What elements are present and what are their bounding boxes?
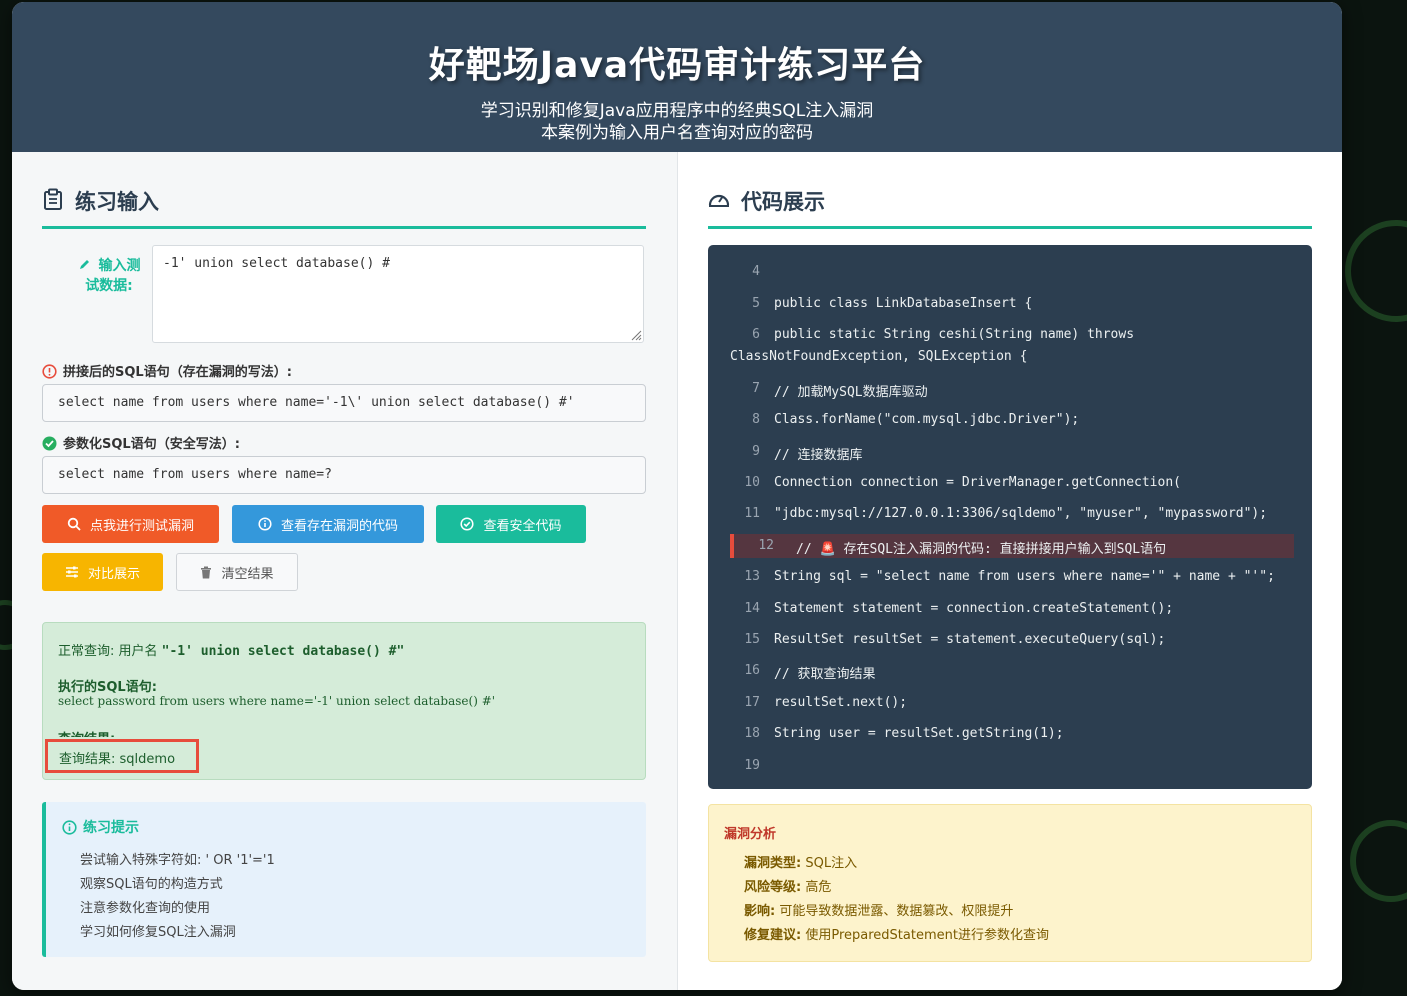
param-sql-output: select name from users where name=? [42,456,646,494]
search-icon [67,517,81,531]
practice-tips: 练习提示 尝试输入特殊字符如: ' OR '1'='1 观察SQL语句的构造方式… [42,802,646,957]
code-line: 5 public class LinkDatabaseInsert { [752,296,1033,311]
gauge-icon [708,194,730,207]
code-line: 15 ResultSet resultSet = statement.execu… [744,632,1166,647]
pencil-icon [79,260,89,269]
page-title: 好靶场Java代码审计练习平台 [428,45,926,86]
page-subtitle: 学习识别和修复Java应用程序中的经典SQL注入漏洞 本案例为输入用户名查询对应… [12,100,1342,144]
code-line-highlighted: 12 // 🚨 存在SQL注入漏洞的代码: 直接拼接用户输入到SQL语句 [730,534,1294,558]
input-label: 输入测 试数据: [64,256,154,296]
info-icon [258,517,272,531]
code-line: 16 // 获取查询结果 [744,663,876,682]
exec-sql-label: 执行的SQL语句: [58,680,157,695]
tip-item: 注意参数化查询的使用 [80,901,211,916]
trash-icon [201,566,212,578]
test-data-input[interactable]: -1' union select database() # [152,245,644,343]
resize-grip-icon[interactable] [630,329,642,341]
code-line: 4 [752,264,760,279]
code-panel: 代码展示 • • • • • 4 5public class LinkDatab… [678,152,1342,990]
info-icon [62,820,77,835]
clear-results-button[interactable]: 清空结果 [176,553,298,591]
code-line-wrap: ClassNotFoundException, SQLException { [730,349,1028,364]
tip-item: 尝试输入特殊字符如: ' OR '1'='1 [80,853,275,868]
query-result-box: 正常查询: 用户名 "-1' union select database() #… [42,622,646,780]
background-decoration [1345,220,1407,322]
concat-sql-label: 拼接后的SQL语句（存在漏洞的写法）: [42,361,292,380]
analysis-title: 漏洞分析 [724,827,777,842]
code-section-title: 代码展示 [708,182,1312,229]
view-vuln-code-button[interactable]: 查看存在漏洞的代码 [232,505,424,543]
code-line: 19 [744,758,760,773]
code-line: 9 // 连接数据库 [752,444,863,463]
code-line: 7 // 加载MySQL数据库驱动 [752,381,928,400]
code-line: 8 Class.forName("com.mysql.jdbc.Driver")… [752,412,1080,427]
clipboard-icon [44,188,62,210]
page-header: 好靶场Java代码审计练习平台 学习识别和修复Java应用程序中的经典SQL注入… [12,2,1342,152]
concat-sql-output: select name from users where name='-1\' … [42,384,646,422]
check-circle-icon [460,517,475,531]
main-card: 好靶场Java代码审计练习平台 学习识别和修复Java应用程序中的经典SQL注入… [12,2,1342,990]
view-safe-code-button[interactable]: 查看安全代码 [436,505,586,543]
query-result-highlight: 查询结果: sqldemo [45,739,199,773]
compare-button[interactable]: 对比展示 [42,553,163,591]
normal-query-line: 正常查询: 用户名 "-1' union select database() #… [58,644,405,659]
warning-icon [42,364,57,379]
check-circle-icon [42,436,57,451]
code-line: 6 public static String ceshi(String name… [752,327,1135,342]
param-sql-label: 参数化SQL语句（安全写法）: [42,433,240,452]
vuln-analysis-box: 漏洞分析 漏洞类型: SQL注入 风险等级: 高危 影响: 可能导致数据泄露、数… [708,804,1312,962]
code-line: 18 String user = resultSet.getString(1); [744,726,1064,741]
practice-section-title: 练习输入 [42,182,646,229]
test-vuln-button[interactable]: 点我进行测试漏洞 [42,505,219,543]
practice-panel: 练习输入 输入测 试数据: -1' union select database(… [12,152,678,990]
analysis-item: 风险等级: 高危 [744,880,832,895]
query-result-label: 查询结果: [58,728,115,737]
tip-item: 观察SQL语句的构造方式 [80,877,223,892]
code-viewer: • • • • • 4 5public class LinkDatabaseIn… [708,245,1312,789]
analysis-item: 漏洞类型: SQL注入 [744,856,858,871]
code-line: 11 "jdbc:mysql://127.0.0.1:3306/sqldemo"… [744,506,1268,521]
sliders-icon [65,566,78,578]
tip-item: 学习如何修复SQL注入漏洞 [80,925,236,940]
analysis-item: 影响: 可能导致数据泄露、数据篡改、权限提升 [744,904,1014,919]
analysis-item: 修复建议: 使用PreparedStatement进行参数化查询 [744,928,1049,943]
code-line: • • • • • [708,245,1312,255]
background-decoration [1350,820,1407,902]
exec-sql-text: select password from users where name='-… [58,694,496,708]
code-line: 17 resultSet.next(); [744,695,908,710]
code-line: 13 String sql = "select name from users … [744,569,1275,584]
code-line: 14 Statement statement = connection.crea… [744,601,1174,616]
tips-title: 练习提示 [62,817,139,837]
subtitle-line-1: 学习识别和修复Java应用程序中的经典SQL注入漏洞 [480,101,874,121]
code-line: 10 Connection connection = DriverManager… [744,475,1181,490]
subtitle-line-2: 本案例为输入用户名查询对应的密码 [541,123,813,143]
